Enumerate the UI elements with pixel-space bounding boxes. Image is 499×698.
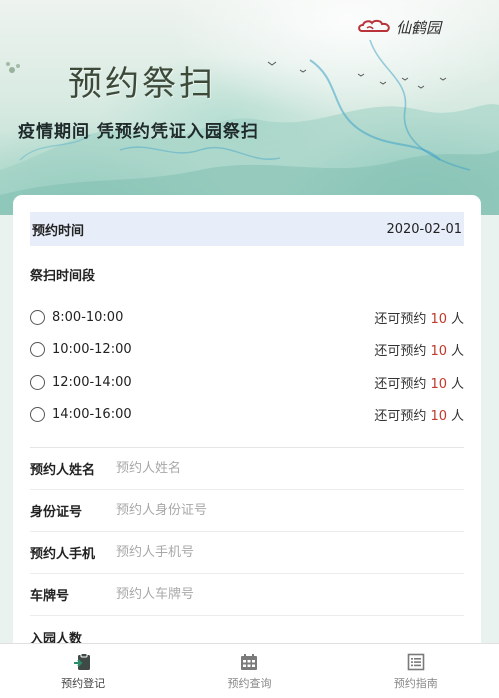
nav-tab-query[interactable]: 预约查询 xyxy=(166,644,332,698)
booking-form-card: 预约时间 2020-02-01 祭扫时间段 8:00-10:00 还可预约 10 人… xyxy=(13,195,481,655)
availability-unit: 人 xyxy=(450,376,464,392)
radio-button[interactable] xyxy=(30,309,45,325)
bottom-nav: 预约登记 预约查询 预约指南 xyxy=(0,643,499,698)
time-slot-option[interactable]: 12:00-14:00 还可预约 10 人 xyxy=(30,366,464,399)
slot-section-label: 祭扫时间段 xyxy=(30,269,96,284)
availability-count: 10 xyxy=(430,376,447,392)
name-field-row: 预约人姓名 xyxy=(30,448,464,490)
plate-field-row: 车牌号 xyxy=(30,574,464,616)
availability-unit: 人 xyxy=(450,311,464,327)
name-field-label: 预约人姓名 xyxy=(30,463,96,478)
plate-field-label: 车牌号 xyxy=(30,589,70,604)
availability-prefix: 还可预约 xyxy=(374,409,427,425)
time-slot-option[interactable]: 10:00-12:00 还可预约 10 人 xyxy=(30,334,464,367)
time-slot-option[interactable]: 8:00-10:00 还可预约 10 人 xyxy=(30,301,464,334)
id-number-field-row: 身份证号 xyxy=(30,490,464,532)
date-row[interactable]: 预约时间 2020-02-01 xyxy=(30,212,464,246)
availability-prefix: 还可预约 xyxy=(374,311,427,327)
availability-unit: 人 xyxy=(450,344,464,360)
slot-availability: 还可预约 10 人 xyxy=(374,340,464,359)
id-number-field-label: 身份证号 xyxy=(30,505,83,520)
phone-field-row: 预约人手机 xyxy=(30,532,464,574)
availability-prefix: 还可预约 xyxy=(374,376,427,392)
guide-icon xyxy=(407,653,425,670)
availability-count: 10 xyxy=(430,311,447,327)
register-icon xyxy=(74,652,91,670)
slot-availability: 还可预约 10 人 xyxy=(374,308,464,327)
nav-tab-register[interactable]: 预约登记 xyxy=(0,644,166,698)
time-slot-option[interactable]: 14:00-16:00 还可预约 10 人 xyxy=(30,399,464,432)
cloud-logo-icon xyxy=(358,19,390,32)
hero-title: 预约祭扫 xyxy=(68,64,216,104)
slot-availability: 还可预约 10 人 xyxy=(374,405,464,424)
slot-time: 14:00-16:00 xyxy=(52,407,132,423)
slot-availability: 还可预约 10 人 xyxy=(374,373,464,392)
slot-time: 12:00-14:00 xyxy=(52,374,132,390)
slot-time: 8:00-10:00 xyxy=(52,309,124,325)
radio-button[interactable] xyxy=(30,407,45,423)
radio-button[interactable] xyxy=(30,374,45,390)
availability-count: 10 xyxy=(430,409,447,425)
hero-subtitle: 疫情期间 凭预约凭证入园祭扫 xyxy=(18,122,259,142)
hero-banner: 仙鹤园 预约祭扫 疫情期间 凭预约凭证入园祭扫 xyxy=(0,0,499,215)
logo-text: 仙鹤园 xyxy=(395,19,441,37)
date-value[interactable]: 2020-02-01 xyxy=(386,222,462,237)
slot-time: 10:00-12:00 xyxy=(52,342,132,358)
phone-input[interactable] xyxy=(116,545,464,560)
radio-button[interactable] xyxy=(30,342,45,358)
id-number-input[interactable] xyxy=(116,503,464,518)
name-input[interactable] xyxy=(116,461,464,476)
nav-label-register: 预约登记 xyxy=(61,676,106,690)
plate-input[interactable] xyxy=(116,587,464,602)
availability-unit: 人 xyxy=(450,409,464,425)
nav-label-query: 预约查询 xyxy=(227,676,272,690)
date-label: 预约时间 xyxy=(32,223,85,239)
availability-prefix: 还可预约 xyxy=(374,344,427,360)
site-logo: 仙鹤园 xyxy=(358,17,441,38)
nav-label-guide: 预约指南 xyxy=(393,676,438,690)
phone-field-label: 预约人手机 xyxy=(30,547,96,562)
time-slot-list: 8:00-10:00 还可预约 10 人 10:00-12:00 还可预约 10 人 1… xyxy=(30,301,464,431)
nav-tab-guide[interactable]: 预约指南 xyxy=(333,644,499,698)
availability-count: 10 xyxy=(430,344,447,360)
calendar-icon xyxy=(241,653,258,670)
